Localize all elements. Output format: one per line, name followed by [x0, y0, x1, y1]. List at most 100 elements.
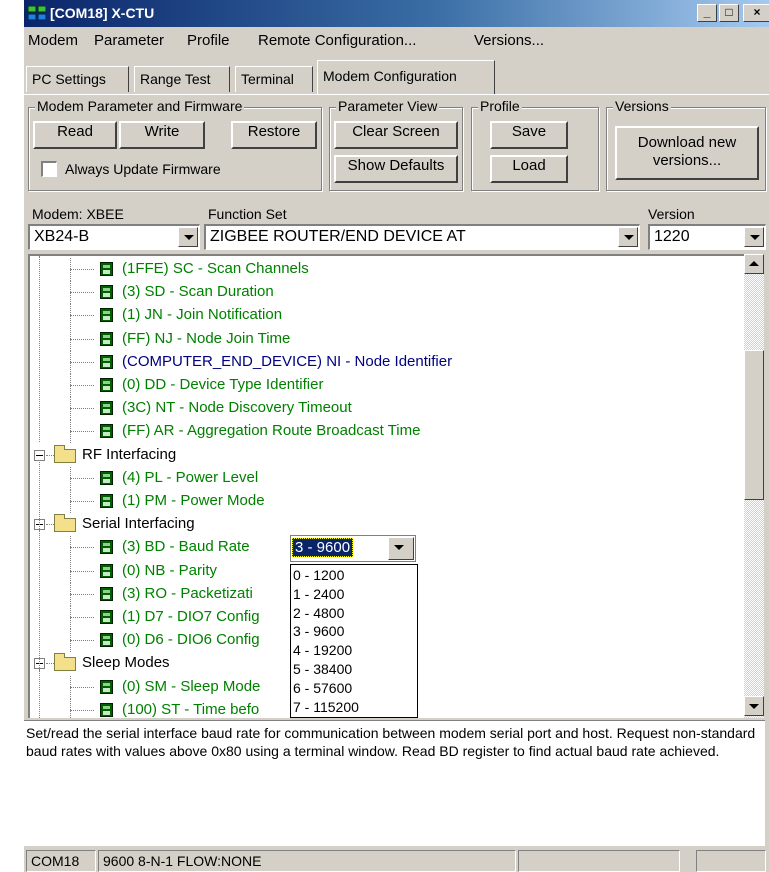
menu-modem[interactable]: Modem: [28, 32, 78, 49]
versions-group-label: Versions: [613, 98, 671, 114]
baud-rate-chevron-down-icon[interactable]: [388, 537, 414, 560]
baud-rate-selected-value: 3 - 9600: [292, 538, 354, 557]
tree-connector: [46, 663, 54, 665]
title-bar[interactable]: [COM18] X-CTU _ □ ×: [24, 0, 769, 27]
baud-rate-option[interactable]: 7 - 115200: [293, 699, 359, 715]
download-button-label-line1: Download new: [637, 134, 737, 151]
function-set-select-chevron-down-icon[interactable]: [618, 227, 638, 247]
baud-rate-option[interactable]: 6 - 57600: [293, 680, 352, 696]
tree-item[interactable]: (COMPUTER_END_DEVICE) NI - Node Identifi…: [30, 350, 744, 374]
baud-rate-options-list[interactable]: 0 - 1200 1 - 2400 2 - 4800 3 - 9600 4 - 1920…: [290, 564, 418, 718]
write-button-label: Write: [144, 123, 180, 140]
tree-item-label: (0) NB - Parity: [122, 561, 218, 579]
tree-item[interactable]: (1) PM - Power Mode: [30, 490, 744, 513]
read-button[interactable]: Read: [33, 121, 117, 149]
modem-select[interactable]: XB24-B: [28, 224, 200, 250]
menu-versions[interactable]: Versions...: [474, 32, 544, 49]
baud-rate-option[interactable]: 4 - 19200: [293, 642, 352, 658]
tab-panel-edge: [24, 94, 769, 95]
tree-item-label: (3) SD - Scan Duration: [122, 283, 274, 301]
tab-range-test[interactable]: Range Test: [134, 66, 230, 92]
save-profile-button[interactable]: Save: [490, 121, 568, 149]
download-new-versions-button[interactable]: Download new versions...: [615, 126, 759, 180]
tree-item[interactable]: (1) JN - Join Notification: [30, 304, 744, 328]
status-port: COM18: [26, 850, 96, 872]
parameter-icon: [100, 378, 113, 392]
tab-pc-settings[interactable]: PC Settings: [26, 66, 129, 92]
scroll-up-arrow-icon[interactable]: [744, 254, 764, 274]
tab-modem-configuration[interactable]: Modem Configuration: [317, 60, 495, 94]
save-profile-button-label: Save: [511, 123, 547, 140]
versions-group: Versions Download new versions...: [606, 98, 766, 191]
baud-rate-select[interactable]: 3 - 9600: [290, 535, 416, 562]
maximize-button[interactable]: □: [719, 4, 739, 22]
tree-item[interactable]: (FF) NJ - Node Join Time: [30, 327, 744, 351]
tree-connector: [70, 709, 94, 711]
tree-connector: [70, 698, 71, 718]
status-cell-3: [518, 850, 680, 872]
tree-folder-label: RF Interfacing: [82, 445, 177, 463]
always-update-firmware-checkbox[interactable]: [41, 161, 57, 177]
tree-item-label: (0) SM - Sleep Mode: [122, 677, 261, 695]
tree-connector: [70, 361, 94, 363]
tree-item-label: (1FFE) SC - Scan Channels: [122, 260, 309, 277]
baud-rate-option[interactable]: 2 - 4800: [293, 605, 344, 621]
tree-folder-serial-interfacing[interactable]: Serial Interfacing: [30, 513, 744, 536]
tree-connector: [70, 292, 94, 294]
collapse-minus-icon[interactable]: [34, 449, 45, 461]
parameter-icon: [100, 401, 113, 416]
baud-rate-option[interactable]: 5 - 38400: [293, 661, 352, 677]
read-button-label: Read: [57, 123, 93, 140]
tree-connector: [46, 524, 54, 526]
parameter-icon: [100, 424, 113, 439]
parameter-icon: [100, 610, 113, 624]
clear-screen-button[interactable]: Clear Screen: [334, 121, 458, 149]
baud-rate-option[interactable]: 1 - 2400: [293, 586, 344, 602]
modem-select-chevron-down-icon[interactable]: [178, 227, 198, 247]
tree-item[interactable]: (1FFE) SC - Scan Channels: [30, 258, 744, 281]
tree-scrollbar[interactable]: [744, 254, 764, 718]
close-button[interactable]: ×: [743, 4, 769, 22]
tree-item[interactable]: (0) DD - Device Type Identifier: [30, 374, 744, 397]
menu-parameter[interactable]: Parameter: [94, 32, 164, 49]
menu-profile[interactable]: Profile: [187, 32, 230, 49]
parameter-view-group: Parameter View Clear Screen Show Default…: [329, 98, 463, 191]
write-button[interactable]: Write: [119, 121, 205, 149]
tab-strip: PC Settings Range Test Terminal Modem Co…: [24, 58, 769, 94]
tree-connector: [70, 338, 94, 340]
parameter-icon: [100, 494, 113, 508]
tree-connector: [46, 454, 54, 456]
load-profile-button[interactable]: Load: [490, 155, 568, 183]
restore-button[interactable]: Restore: [231, 121, 317, 149]
tree-item-label: (0) DD - Device Type Identifier: [122, 376, 324, 393]
folder-open-icon: [54, 444, 76, 463]
parameter-view-group-label: Parameter View: [336, 98, 440, 114]
baud-rate-option[interactable]: 3 - 9600: [293, 623, 344, 639]
menu-remote-configuration[interactable]: Remote Configuration...: [258, 32, 416, 49]
function-set-select[interactable]: ZIGBEE ROUTER/END DEVICE AT: [204, 224, 640, 250]
tree-item[interactable]: (3) SD - Scan Duration: [30, 281, 744, 305]
status-settings: 9600 8-N-1 FLOW:NONE: [98, 850, 516, 872]
tab-terminal[interactable]: Terminal: [235, 66, 313, 92]
tree-folder-label: Serial Interfacing: [82, 515, 195, 533]
tree-folder-rf-interfacing[interactable]: RF Interfacing: [30, 444, 744, 467]
tree-connector: [70, 617, 94, 618]
tree-item-label: (FF) AR - Aggregation Route Broadcast Ti…: [122, 422, 421, 440]
scrollbar-thumb[interactable]: [744, 350, 764, 500]
parameter-description: Set/read the serial interface baud rate …: [24, 720, 765, 846]
tree-item[interactable]: (3C) NT - Node Discovery Timeout: [30, 397, 744, 421]
tree-item[interactable]: (FF) AR - Aggregation Route Broadcast Ti…: [30, 420, 744, 444]
parameter-icon: [100, 540, 113, 555]
firmware-group: Modem Parameter and Firmware Read Write …: [28, 98, 322, 191]
tree-item-label: (3C) NT - Node Discovery Timeout: [122, 399, 352, 417]
load-profile-button-label: Load: [512, 157, 546, 174]
version-select[interactable]: 1220: [648, 224, 766, 250]
tree-item[interactable]: (4) PL - Power Level: [30, 466, 744, 490]
baud-rate-option[interactable]: 0 - 1200: [293, 567, 344, 583]
minimize-button[interactable]: _: [697, 4, 717, 22]
version-select-chevron-down-icon[interactable]: [744, 227, 764, 247]
scroll-down-arrow-icon[interactable]: [744, 696, 764, 716]
xctu-app-icon: [28, 6, 46, 20]
download-button-label-line2: versions...: [652, 152, 722, 169]
show-defaults-button[interactable]: Show Defaults: [334, 155, 458, 183]
